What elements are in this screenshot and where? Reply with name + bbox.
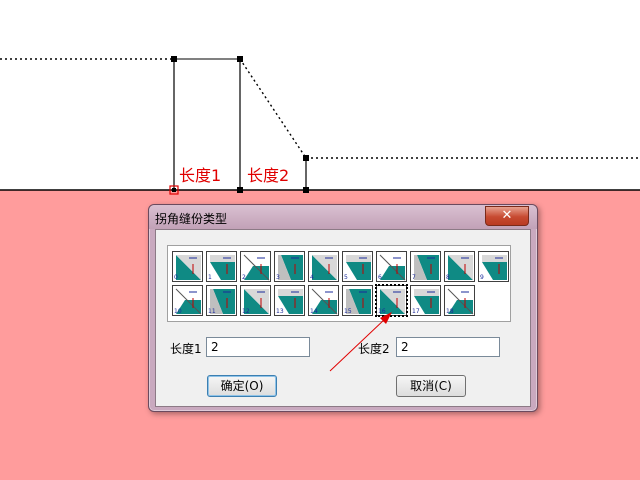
annotation-arrow	[329, 312, 392, 372]
arrow-line	[329, 317, 387, 372]
